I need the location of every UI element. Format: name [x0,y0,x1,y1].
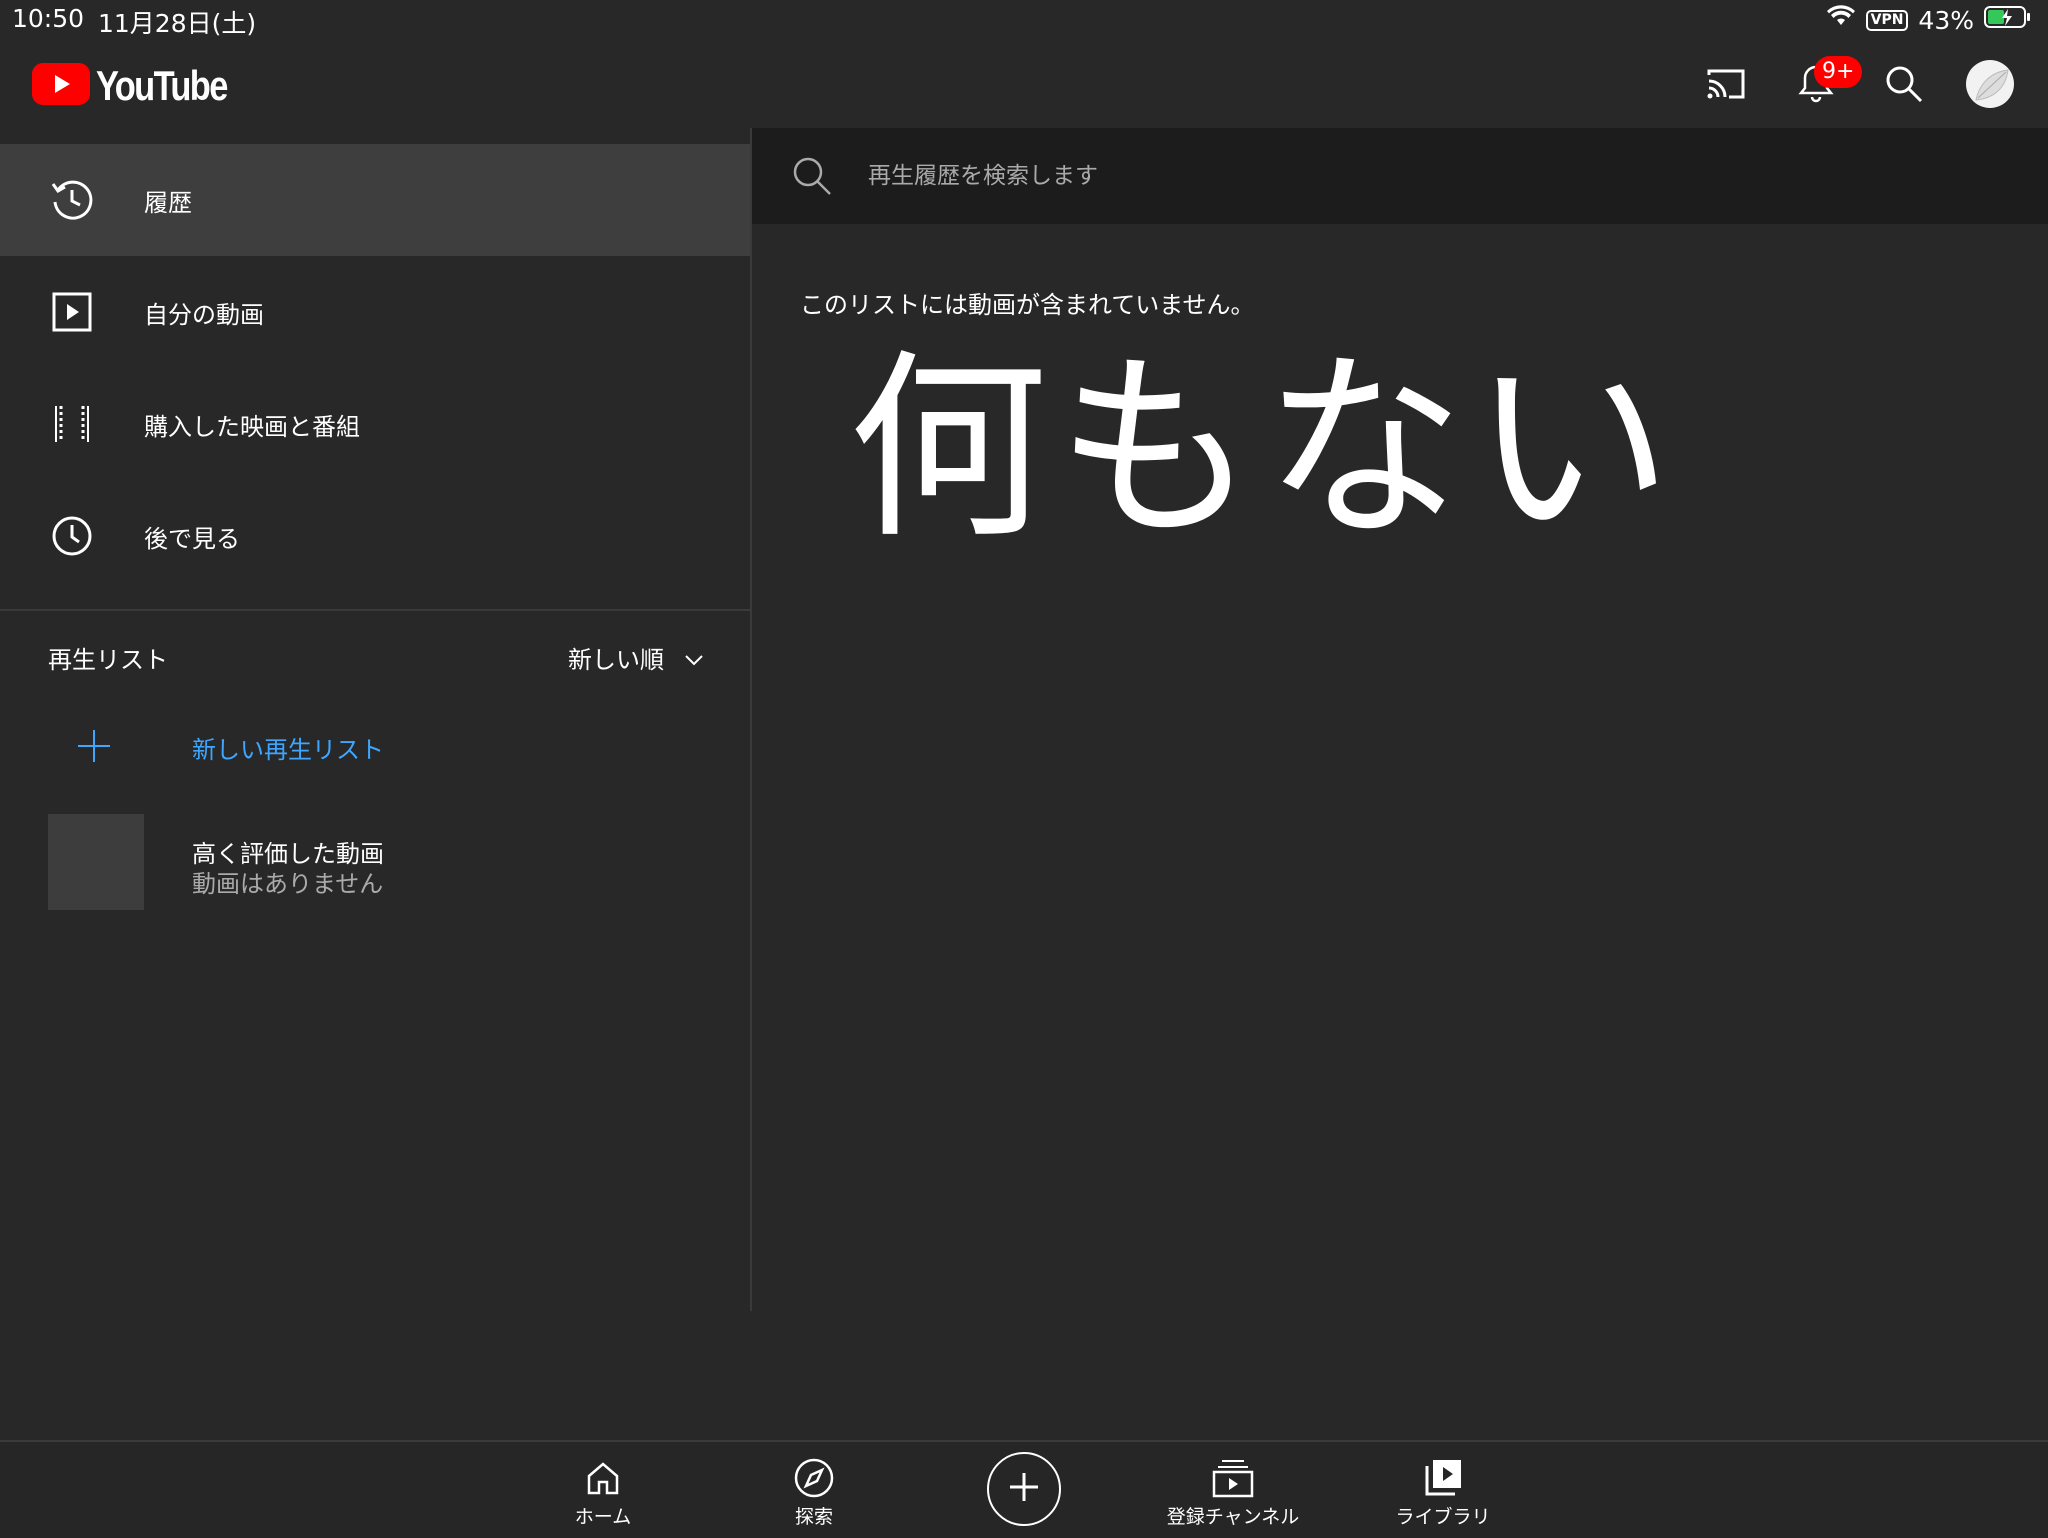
sort-dropdown[interactable]: 新しい順 [568,640,704,675]
history-icon [48,176,96,224]
status-time: 10:50 [12,4,85,33]
tab-explore[interactable]: 探索 [724,1442,904,1538]
notification-badge: 9+ [1814,56,1863,88]
sidebar-item-my-videos[interactable]: 自分の動画 [0,256,750,368]
search-input[interactable]: 再生履歴を検索します [868,156,1098,190]
cast-icon[interactable] [1702,62,1750,106]
tab-home[interactable]: ホーム [513,1442,693,1538]
status-right: VPN 43% [1826,4,2032,36]
chevron-down-icon [684,644,704,672]
create-icon [1007,1470,1041,1508]
tab-label: ライブラリ [1395,1506,1491,1528]
playlist-item-liked[interactable]: 高く評価した動画 動画はありません [0,814,750,914]
search-icon[interactable] [1880,60,1928,108]
new-playlist-label: 新しい再生リスト [192,736,384,764]
battery-percent: 43% [1918,5,1974,35]
tab-label: ホーム [574,1506,632,1528]
search-icon [792,156,832,200]
sidebar: 履歴 自分の動画 購入した映画と番組 後で見る 再生リスト 新しい順 新しい再生… [0,128,752,1311]
empty-list-message: このリストには動画が含まれていません。 [800,291,1255,319]
tab-subscriptions[interactable]: 登録チャンネル [1143,1442,1323,1538]
sidebar-item-purchases[interactable]: 購入した映画と番組 [0,368,750,480]
status-date: 11月28日(土) [98,9,257,38]
playlist-thumbnail [48,814,144,910]
sidebar-divider [0,609,750,611]
sidebar-item-label: 自分の動画 [144,300,264,329]
explore-icon [724,1456,904,1500]
sidebar-item-history[interactable]: 履歴 [0,144,750,256]
film-icon [48,400,96,448]
create-button[interactable] [987,1452,1061,1526]
history-search-bar[interactable]: 再生履歴を検索します [752,128,2048,224]
tab-label: 探索 [794,1506,833,1528]
library-icon [1353,1456,1533,1500]
sidebar-item-label: 履歴 [144,188,192,217]
tab-label: 登録チャンネル [1166,1506,1300,1528]
battery-icon [1984,5,2032,35]
playlist-subtitle: 動画はありません [192,870,384,898]
vpn-indicator: VPN [1865,9,1909,31]
my-videos-icon [48,288,96,336]
youtube-logo[interactable]: YouTube [32,62,255,110]
new-playlist-button[interactable]: 新しい再生リスト [0,698,750,798]
youtube-play-icon [32,63,90,109]
bottom-navigation: ホーム 探索 登録チャンネル ライブラリ [0,1440,2048,1538]
plus-icon [76,728,112,768]
sidebar-item-watch-later[interactable]: 後で見る [0,480,750,592]
sidebar-item-label: 購入した映画と番組 [144,412,360,441]
playlists-header: 再生リスト [48,646,168,674]
clock-icon [48,512,96,560]
nothing-text: 何もない [848,333,1681,566]
wifi-icon [1826,5,1856,35]
avatar[interactable] [1966,60,2014,108]
sidebar-item-label: 後で見る [144,524,240,553]
home-icon [513,1456,693,1500]
logo-text: YouTube [96,62,228,109]
sort-label: 新しい順 [568,646,664,674]
subscriptions-icon [1143,1456,1323,1500]
status-bar: 10:50 11月28日(土) VPN 43% [0,0,2048,40]
tab-library[interactable]: ライブラリ [1353,1442,1533,1538]
